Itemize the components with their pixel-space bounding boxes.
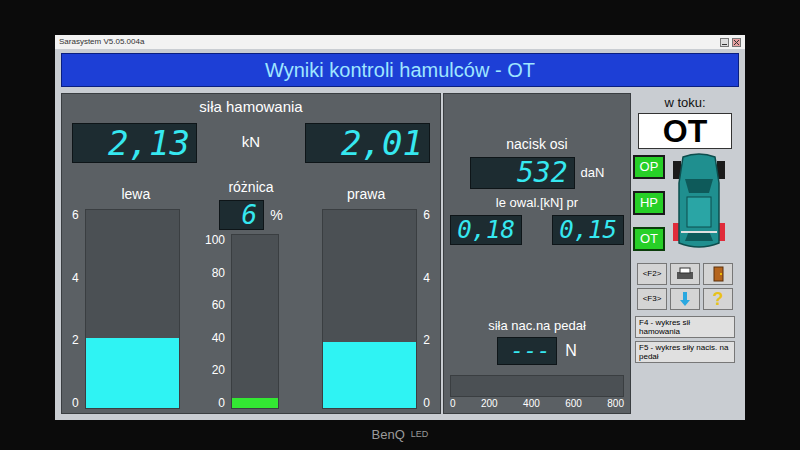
door-icon	[709, 266, 727, 282]
print-button[interactable]	[670, 263, 700, 285]
app-window: Sarasystem V5.05.004a Wyniki kontroli ham…	[55, 35, 745, 420]
difference-bar	[231, 234, 279, 409]
difference-scale: 100806040200	[205, 234, 225, 409]
left-bezel	[0, 35, 55, 420]
difference-label: różnica	[228, 177, 273, 198]
axle-load-unit: daN	[581, 163, 605, 183]
brake-force-label: siła hamowania	[72, 96, 430, 119]
right-label: prawa	[347, 184, 405, 205]
left-bar-fill	[86, 338, 179, 408]
monitor-brand: BenQ	[372, 425, 405, 445]
right-bezel	[745, 35, 800, 420]
pedal-force-unit: N	[565, 339, 577, 363]
arrow-down-icon	[679, 291, 691, 307]
pedal-bar	[450, 375, 624, 397]
bottom-bezel: BenQ LED	[0, 420, 800, 450]
left-bar	[85, 209, 180, 409]
down-button[interactable]	[670, 288, 700, 310]
axle-button[interactable]: HP	[633, 191, 665, 215]
car-icon	[669, 153, 729, 253]
f3-button[interactable]: <F3>	[637, 288, 667, 310]
function-button[interactable]: F4 - wykres sił hamowania	[635, 316, 735, 338]
printer-icon	[675, 267, 695, 281]
left-label: lewa	[101, 184, 150, 205]
axle-button[interactable]: OP	[633, 155, 665, 179]
pedal-force-label: siła nac.na pedał	[488, 316, 586, 336]
exit-button[interactable]	[703, 263, 733, 285]
axle-panel: nacisk osi532 daNle owal.[kN] pr0,18 0,15 s…	[443, 93, 631, 414]
monitor: Sarasystem V5.05.004a Wyniki kontroli ham…	[0, 0, 800, 450]
minimize-icon[interactable]	[720, 38, 729, 47]
function-button[interactable]: F5 - wykres siły nacis. na pedał	[635, 341, 735, 363]
brake-force-panel: siła hamowania2,13kN2,01lewa6420różnica6…	[61, 93, 441, 414]
right-force-display: 2,01	[305, 123, 430, 163]
axle-button[interactable]: OT	[633, 227, 665, 251]
monitor-label: LED	[411, 428, 429, 442]
ovality-label: le owal.[kN] pr	[496, 193, 578, 213]
right-bar-fill	[323, 342, 416, 408]
control-column: w toku:OTOPHPOT<F2><F3>?F4 - wykres sił …	[633, 93, 737, 414]
force-unit: kN	[242, 131, 260, 154]
ovality-right-display: 0,15	[552, 215, 624, 245]
left-scale: 6420	[72, 209, 79, 409]
help-button[interactable]: ?	[703, 288, 733, 310]
difference-unit: %	[270, 205, 282, 226]
pedal-force-display: ---	[497, 337, 557, 365]
ovality-left-display: 0,18	[450, 215, 522, 245]
difference-display: 6	[219, 200, 264, 230]
f2-button[interactable]: <F2>	[637, 263, 667, 285]
close-icon[interactable]	[732, 38, 741, 47]
left-force-display: 2,13	[72, 123, 197, 163]
top-bezel	[0, 0, 800, 35]
difference-bar-fill	[232, 398, 278, 408]
header-bar: Wyniki kontroli hamulców - OT	[61, 53, 739, 87]
title-bar: Sarasystem V5.05.004a	[55, 35, 745, 49]
right-bar	[322, 209, 417, 409]
window-title: Sarasystem V5.05.004a	[59, 38, 144, 46]
status-label: w toku:	[664, 93, 705, 113]
status-display: OT	[638, 113, 732, 149]
axle-load-label: nacisk osi	[506, 134, 567, 155]
header-title: Wyniki kontroli hamulców - OT	[265, 55, 535, 85]
right-scale: 6420	[423, 209, 430, 409]
axle-load-display: 532	[470, 157, 575, 189]
pedal-scale: 0200400600800	[450, 399, 624, 409]
